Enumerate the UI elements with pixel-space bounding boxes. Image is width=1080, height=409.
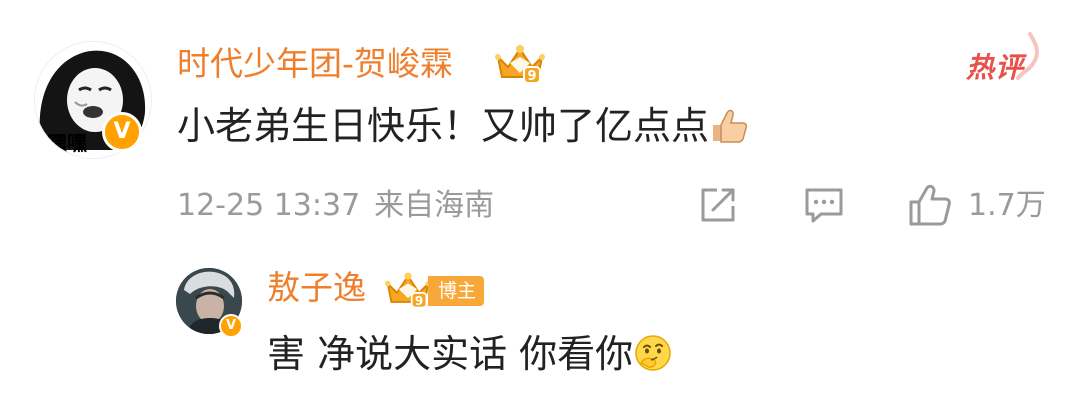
comment-text: 小老弟生日快乐！又帅了亿点点	[177, 103, 749, 149]
verified-badge: V	[102, 112, 142, 152]
thinking-face-emoji-icon	[635, 334, 671, 371]
comment-username[interactable]: 时代少年团-贺峻霖	[177, 44, 453, 84]
crown-level-icon: 9	[495, 45, 545, 84]
comment-location: 来自海南	[374, 188, 495, 223]
reply-username[interactable]: 敖子逸	[267, 268, 366, 308]
svg-text:9: 9	[415, 294, 423, 308]
comment-text-body: 小老弟生日快乐！又帅了亿点点	[177, 104, 710, 148]
reply-text-body: 害 净说大实话 你看你	[267, 332, 634, 376]
author-tag: 博主	[428, 276, 485, 306]
share-icon[interactable]	[697, 184, 739, 226]
comment-meta: 12-25 13:37 来自海南	[177, 186, 494, 226]
like-icon[interactable]	[907, 184, 953, 228]
hot-flame-icon	[1016, 32, 1039, 80]
like-count: 1.7万	[968, 188, 1046, 223]
svg-text:嘿嘿: 嘿嘿	[47, 131, 87, 155]
comment-timestamp: 12-25 13:37	[177, 188, 361, 223]
svg-text:9: 9	[527, 69, 536, 84]
reply-crown-level-icon: 9	[384, 272, 432, 309]
reply-text: 害 净说大实话 你看你	[267, 331, 673, 377]
reply-verified-badge: V	[219, 314, 243, 338]
thumbs-up-emoji-icon	[713, 109, 748, 143]
comment-icon[interactable]	[803, 184, 845, 226]
